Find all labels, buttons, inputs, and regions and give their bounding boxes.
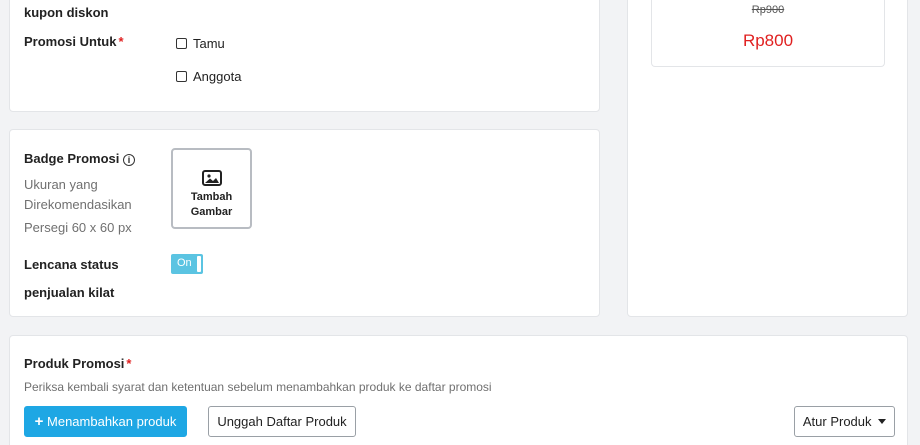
promo-target-card: kupon diskon Promosi Untuk * Tamu Anggota [9,0,600,112]
required-mark: * [126,356,132,371]
add-product-label: Menambahkan produk [47,414,177,429]
toggle-knob [197,256,201,272]
original-price: Rp900 [751,4,785,16]
recommended-size-line2: Direkomendasikan [24,197,132,212]
flash-badge-label-line1: Lencana status [24,257,119,272]
coupon-label: kupon diskon [24,5,109,20]
promo-for-label: Promosi Untuk * [24,34,124,49]
guest-checkbox[interactable] [176,38,187,49]
badge-label: Badge Promosi i [24,151,135,166]
guest-label: Tamu [193,36,225,51]
product-title-text: Produk Promosi [24,356,125,371]
sale-price: Rp800 [742,31,794,50]
add-image-line1: Tambah [190,191,233,203]
product-title: Produk Promosi * [24,356,131,371]
flash-badge-label-line2: penjualan kilat [24,285,115,300]
flash-badge-toggle[interactable]: On [171,254,203,274]
plus-icon: + [34,413,44,430]
add-image-button[interactable]: Tambah Gambar [171,148,252,229]
manage-products-button[interactable]: Atur Produk [794,406,895,437]
member-checkbox[interactable] [176,71,187,82]
add-product-button[interactable]: + Menambahkan produk [24,406,187,437]
preview-panel: Rp900 Rp800 [627,0,908,317]
product-description: Periksa kembali syarat dan ketentuan seb… [24,380,492,394]
caret-down-icon [878,419,887,424]
promo-for-label-text: Promosi Untuk [24,34,117,49]
recommended-size-line1: Ukuran yang [24,177,98,192]
badge-label-text: Badge Promosi [24,151,120,166]
upload-product-list-button[interactable]: Unggah Daftar Produk [208,406,356,437]
toggle-on-label: On [177,257,192,269]
image-icon [201,170,222,186]
info-circle-icon[interactable]: i [122,154,135,166]
option-member[interactable]: Anggota [176,69,241,84]
add-image-line2: Gambar [190,206,233,218]
badge-card: Badge Promosi i Ukuran yang Direkomendas… [9,129,600,317]
price-box: Rp900 Rp800 [651,0,885,67]
required-mark: * [118,34,124,49]
manage-products-label: Atur Produk [802,414,872,429]
upload-product-list-label: Unggah Daftar Produk [217,414,347,429]
member-label: Anggota [193,69,242,84]
option-guest[interactable]: Tamu [176,36,225,51]
recommended-size-line3: Persegi 60 x 60 px [24,220,132,235]
